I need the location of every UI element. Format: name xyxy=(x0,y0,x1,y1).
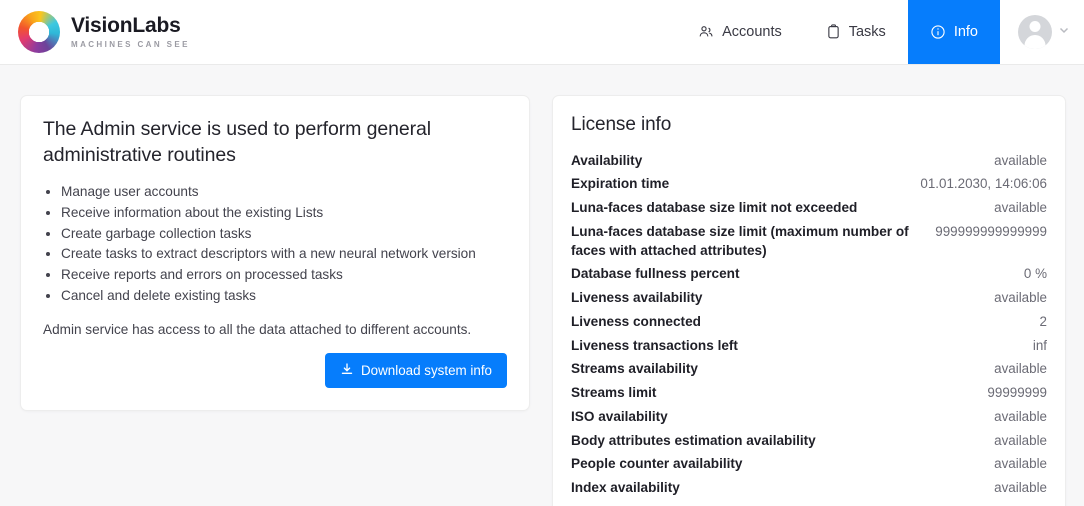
license-row-body-attributes-estimation-availability: Body attributes estimation availability … xyxy=(571,429,1047,453)
license-row-label: People counter availability xyxy=(571,455,743,474)
license-row-value: 0 % xyxy=(1024,265,1047,284)
admin-service-feature-list: Manage user accounts Receive information… xyxy=(43,182,507,306)
nav-item-tasks-label: Tasks xyxy=(849,24,886,40)
license-row-value: available xyxy=(994,289,1047,308)
list-item: Receive information about the existing L… xyxy=(61,203,507,224)
license-row-index-availability: Index availability available xyxy=(571,477,1047,501)
nav-item-info-label: Info xyxy=(954,24,978,40)
license-row-db-size-limit-not-exceeded: Luna-faces database size limit not excee… xyxy=(571,197,1047,221)
brand-logo[interactable]: VisionLabs MACHINES CAN SEE xyxy=(0,0,190,64)
license-row-value: available xyxy=(994,479,1047,498)
license-row-value: 99999999 xyxy=(987,384,1047,403)
license-row-liveness-connected: Liveness connected 2 xyxy=(571,310,1047,334)
license-row-value: 01.01.2030, 14:06:06 xyxy=(920,175,1047,194)
main-navigation: Accounts Tasks Info xyxy=(676,0,1084,64)
license-row-value: inf xyxy=(1033,337,1047,356)
list-item: Manage user accounts xyxy=(61,182,507,203)
license-row-value: available xyxy=(994,199,1047,218)
license-row-label: Body attributes estimation availability xyxy=(571,432,816,451)
license-row-liveness-transactions-left: Liveness transactions left inf xyxy=(571,334,1047,358)
license-row-iso-availability: ISO availability available xyxy=(571,405,1047,429)
license-row-label: Luna-faces database size limit not excee… xyxy=(571,199,857,218)
license-row-value: available xyxy=(994,432,1047,451)
list-item: Create garbage collection tasks xyxy=(61,224,507,245)
download-icon xyxy=(340,362,354,379)
license-row-label: ISO availability xyxy=(571,408,668,427)
nav-item-info[interactable]: Info xyxy=(908,0,1000,64)
license-row-availability: Availability available xyxy=(571,149,1047,173)
license-row-value: 2 xyxy=(1040,313,1047,332)
license-row-streams-availability: Streams availability available xyxy=(571,358,1047,382)
license-row-label: Streams limit xyxy=(571,384,656,403)
list-item: Cancel and delete existing tasks xyxy=(61,286,507,307)
license-row-people-counter-availability: People counter availability available xyxy=(571,453,1047,477)
people-icon xyxy=(698,24,714,40)
visionlabs-ring-logo-icon xyxy=(18,11,60,53)
license-row-liveness-availability: Liveness availability available xyxy=(571,287,1047,311)
main-content: The Admin service is used to perform gen… xyxy=(0,65,1084,506)
list-item: Create tasks to extract descriptors with… xyxy=(61,244,507,265)
license-row-label: Streams availability xyxy=(571,360,698,379)
license-row-label: Expiration time xyxy=(571,175,669,194)
license-row-value: available xyxy=(994,455,1047,474)
nav-item-tasks[interactable]: Tasks xyxy=(804,0,908,64)
license-info-card: License info Availability available Expi… xyxy=(552,95,1066,506)
nav-item-accounts[interactable]: Accounts xyxy=(676,0,804,64)
user-avatar-icon xyxy=(1018,15,1052,49)
admin-service-note: Admin service has access to all the data… xyxy=(43,322,507,337)
license-row-streams-limit: Streams limit 99999999 xyxy=(571,382,1047,406)
brand-text: VisionLabs MACHINES CAN SEE xyxy=(71,15,190,49)
license-row-label: Liveness availability xyxy=(571,289,702,308)
license-row-label: Availability xyxy=(571,152,642,171)
license-info-title: License info xyxy=(571,114,1047,136)
nav-item-accounts-label: Accounts xyxy=(722,24,782,40)
license-row-expiration-time: Expiration time 01.01.2030, 14:06:06 xyxy=(571,173,1047,197)
brand-name: VisionLabs xyxy=(71,15,190,37)
license-row-value: 999999999999999 xyxy=(935,223,1047,242)
license-row-label: Luna-faces database size limit (maximum … xyxy=(571,223,916,261)
license-row-db-size-limit: Luna-faces database size limit (maximum … xyxy=(571,220,1047,263)
license-row-label: Liveness transactions left xyxy=(571,337,738,356)
info-circle-icon xyxy=(930,24,946,40)
app-header: VisionLabs MACHINES CAN SEE Accounts xyxy=(0,0,1084,65)
brand-tagline: MACHINES CAN SEE xyxy=(71,40,190,49)
user-menu[interactable] xyxy=(1000,0,1084,64)
clipboard-icon xyxy=(826,24,841,40)
license-row-database-fullness-percent: Database fullness percent 0 % xyxy=(571,263,1047,287)
download-system-info-label: Download system info xyxy=(361,363,492,378)
license-row-label: Index availability xyxy=(571,479,680,498)
admin-service-actions: Download system info xyxy=(43,353,507,388)
admin-service-title: The Admin service is used to perform gen… xyxy=(43,116,507,168)
license-row-value: available xyxy=(994,152,1047,171)
license-row-label: Liveness connected xyxy=(571,313,701,332)
admin-service-card: The Admin service is used to perform gen… xyxy=(20,95,530,411)
list-item: Receive reports and errors on processed … xyxy=(61,265,507,286)
license-row-value: available xyxy=(994,408,1047,427)
license-row-label: Database fullness percent xyxy=(571,265,739,284)
license-row-value: available xyxy=(994,360,1047,379)
download-system-info-button[interactable]: Download system info xyxy=(325,353,507,388)
chevron-down-icon xyxy=(1058,23,1070,41)
